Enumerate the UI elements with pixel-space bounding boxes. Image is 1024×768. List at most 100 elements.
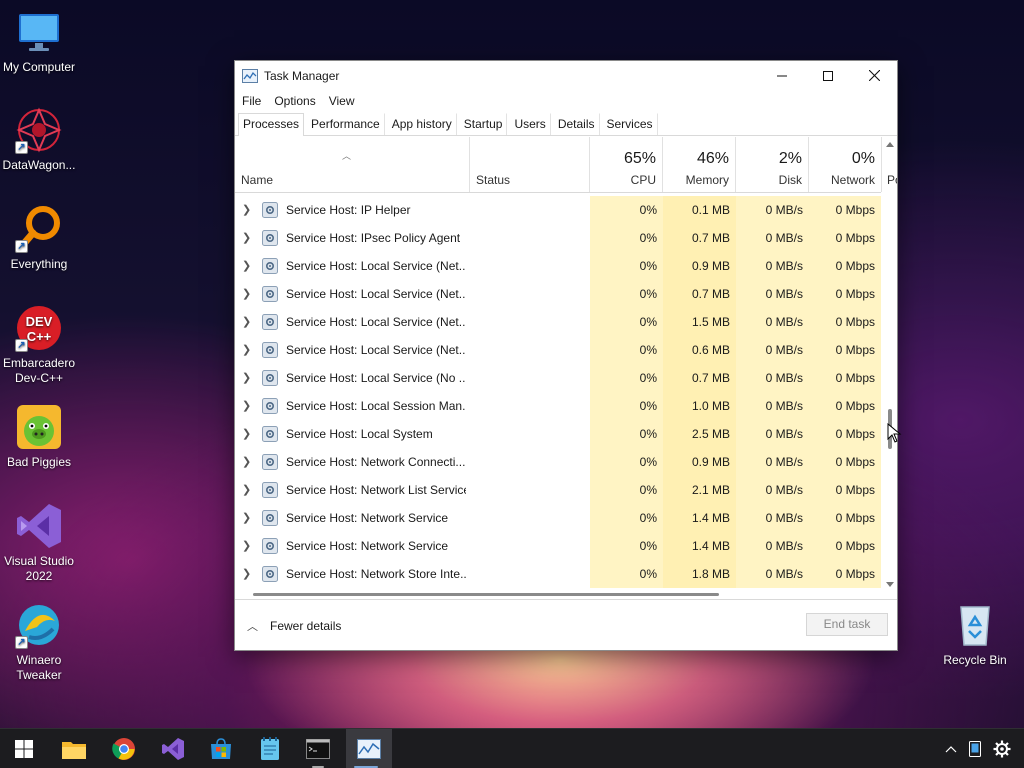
process-name: Service Host: Local Service (No ... — [286, 371, 466, 385]
tab-app-history[interactable]: App history — [387, 113, 457, 135]
everything-search-icon: ↗ — [15, 205, 63, 253]
expand-chevron-icon[interactable]: ❯ — [242, 336, 252, 364]
menu-view[interactable]: View — [329, 94, 355, 108]
process-cpu: 0% — [590, 308, 663, 336]
tab-services[interactable]: Services — [602, 113, 658, 135]
expand-chevron-icon[interactable]: ❯ — [242, 364, 252, 392]
desktop-icon-bad-piggies[interactable]: Bad Piggies — [0, 403, 78, 470]
desktop-icon-recycle-bin[interactable]: Recycle Bin — [936, 601, 1014, 668]
expand-chevron-icon[interactable]: ❯ — [242, 504, 252, 532]
menu-file[interactable]: File — [242, 94, 261, 108]
table-row[interactable]: ❯ Service Host: Local Service (Net... 0% 0.… — [235, 280, 881, 308]
expand-chevron-icon[interactable]: ❯ — [242, 560, 252, 588]
start-button[interactable] — [4, 729, 44, 768]
tray-overflow-button[interactable] — [940, 729, 962, 768]
taskbar-microsoft-store[interactable] — [201, 729, 241, 768]
process-name: Service Host: Local Service (Net... — [286, 315, 466, 329]
table-row[interactable]: ❯ Service Host: Local Service (Net... 0% 1.… — [235, 308, 881, 336]
tab-users[interactable]: Users — [509, 113, 551, 135]
close-button[interactable] — [851, 61, 897, 90]
tab-details[interactable]: Details — [553, 113, 600, 135]
desktop-icon-my-computer[interactable]: My Computer — [0, 8, 78, 75]
fewer-details-button[interactable]: ︿ Fewer details — [247, 618, 341, 634]
process-cpu: 0% — [590, 420, 663, 448]
taskbar-notepad[interactable] — [250, 729, 290, 768]
horizontal-scroll-thumb[interactable] — [253, 593, 719, 596]
desktop-icon-winaero[interactable]: ↗ Winaero Tweaker — [0, 601, 78, 683]
process-memory: 0.1 MB — [663, 196, 736, 224]
process-memory: 1.0 MB — [663, 392, 736, 420]
process-name: Service Host: Network Store Inte... — [286, 567, 466, 581]
memory-total: 46% — [696, 150, 729, 167]
taskbar-file-explorer[interactable] — [54, 729, 94, 768]
expand-chevron-icon[interactable]: ❯ — [242, 252, 252, 280]
table-row[interactable]: ❯ Service Host: Network Connecti... 0% 0.9 … — [235, 448, 881, 476]
notepad-icon — [261, 737, 279, 760]
tray-tablet-button[interactable] — [965, 729, 985, 768]
process-memory: 2.5 MB — [663, 420, 736, 448]
taskbar-visual-studio[interactable] — [153, 729, 193, 768]
process-cpu: 0% — [590, 280, 663, 308]
table-row[interactable]: ❯ Service Host: Network Store Inte... 0% 1.… — [235, 560, 881, 588]
tab-performance[interactable]: Performance — [306, 113, 385, 135]
process-cpu: 0% — [590, 532, 663, 560]
expand-chevron-icon[interactable]: ❯ — [242, 476, 252, 504]
process-memory: 0.6 MB — [663, 336, 736, 364]
process-name: Service Host: Network Connecti... — [286, 455, 466, 469]
expand-chevron-icon[interactable]: ❯ — [242, 448, 252, 476]
title-bar[interactable]: Task Manager — [235, 61, 897, 90]
column-header-memory[interactable]: 46% Memory — [663, 137, 736, 192]
recycle-bin-icon — [951, 601, 999, 649]
tab-startup[interactable]: Startup — [459, 113, 508, 135]
maximize-button[interactable] — [805, 61, 851, 90]
column-header-disk[interactable]: 2% Disk — [736, 137, 809, 192]
expand-chevron-icon[interactable]: ❯ — [242, 532, 252, 560]
desktop-icon-datawagon[interactable]: ↗ DataWagon... — [0, 106, 78, 173]
table-row[interactable]: ❯ Service Host: IP Helper 0% 0.1 MB 0 MB/s 0 … — [235, 196, 881, 224]
desktop-icon-everything[interactable]: ↗ Everything — [0, 205, 78, 272]
minimize-button[interactable] — [759, 61, 805, 90]
column-header-network[interactable]: 0% Network — [809, 137, 882, 192]
table-row[interactable]: ❯ Service Host: Local Session Man... 0% 1.0… — [235, 392, 881, 420]
vertical-scrollbar[interactable] — [883, 139, 897, 590]
taskbar-task-manager[interactable] — [346, 729, 392, 768]
column-header-status[interactable]: Status — [470, 137, 590, 192]
end-task-button[interactable]: End task — [806, 613, 888, 636]
scroll-up-icon[interactable] — [883, 139, 897, 149]
process-network: 0 Mbps — [809, 504, 881, 532]
desktop-icon-devcpp[interactable]: DEV C++ ↗ Embarcadero Dev-C++ — [0, 304, 78, 386]
table-row[interactable]: ❯ Service Host: Local Service (Net... 0% 0.… — [235, 252, 881, 280]
tray-settings-button[interactable] — [991, 729, 1013, 768]
process-disk: 0 MB/s — [736, 448, 809, 476]
process-network: 0 Mbps — [809, 392, 881, 420]
desktop-icon-label: Recycle Bin — [943, 653, 1007, 667]
expand-chevron-icon[interactable]: ❯ — [242, 308, 252, 336]
menu-options[interactable]: Options — [274, 94, 315, 108]
process-network: 0 Mbps — [809, 224, 881, 252]
expand-chevron-icon[interactable]: ❯ — [242, 420, 252, 448]
taskbar-chrome[interactable] — [104, 729, 144, 768]
winaero-tweaker-icon: ↗ — [15, 601, 63, 649]
table-row[interactable]: ❯ Service Host: Local System 0% 2.5 MB 0 MB/… — [235, 420, 881, 448]
expand-chevron-icon[interactable]: ❯ — [242, 392, 252, 420]
table-row[interactable]: ❯ Service Host: IPsec Policy Agent 0% 0.7 M… — [235, 224, 881, 252]
taskbar-terminal[interactable] — [298, 729, 338, 768]
desktop-icon-visual-studio[interactable]: Visual Studio 2022 — [0, 502, 78, 584]
expand-chevron-icon[interactable]: ❯ — [242, 280, 252, 308]
table-row[interactable]: ❯ Service Host: Network List Service 0% 2.1… — [235, 476, 881, 504]
process-network: 0 Mbps — [809, 420, 881, 448]
table-row[interactable]: ❯ Service Host: Network Service 0% 1.4 MB 0 … — [235, 532, 881, 560]
table-row[interactable]: ❯ Service Host: Network Service 0% 1.4 MB 0 … — [235, 504, 881, 532]
expand-chevron-icon[interactable]: ❯ — [242, 224, 252, 252]
service-gear-icon — [262, 454, 278, 470]
column-header-name[interactable]: ︿ Name — [235, 137, 470, 192]
column-header-cpu[interactable]: 65% CPU — [590, 137, 663, 192]
table-row[interactable]: ❯ Service Host: Local Service (Net... 0% 0.… — [235, 336, 881, 364]
process-name: Service Host: Network List Service — [286, 483, 466, 497]
process-disk: 0 MB/s — [736, 392, 809, 420]
tab-processes[interactable]: Processes — [238, 113, 305, 136]
table-row[interactable]: ❯ Service Host: Local Service (No ... 0% 0.… — [235, 364, 881, 392]
process-name: Service Host: Local Service (Net... — [286, 259, 466, 273]
scroll-down-icon[interactable] — [883, 580, 897, 590]
expand-chevron-icon[interactable]: ❯ — [242, 196, 252, 224]
